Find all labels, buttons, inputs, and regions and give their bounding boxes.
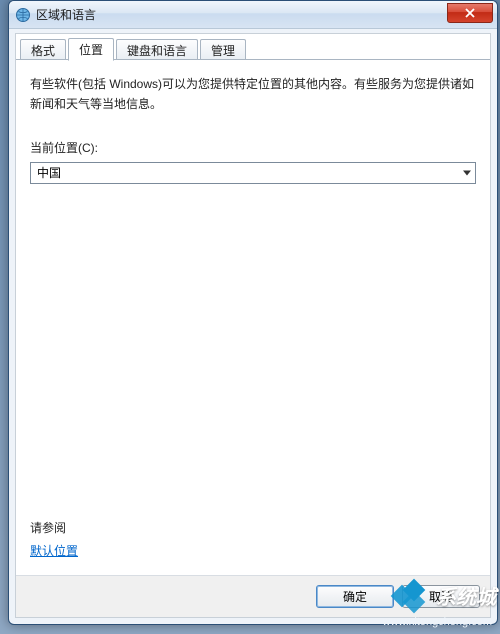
current-location-dropdown[interactable]: 中国 — [30, 162, 476, 184]
tab-label: 键盘和语言 — [127, 42, 187, 59]
button-label: 取消 — [429, 588, 453, 605]
description-text: 有些软件(包括 Windows)可以为您提供特定位置的其他内容。有些服务为您提供… — [30, 74, 476, 115]
tab-label: 管理 — [211, 42, 235, 59]
button-label: 确定 — [343, 588, 367, 605]
see-also-section: 请参阅 默认位置 — [30, 519, 78, 559]
tab-location[interactable]: 位置 — [68, 38, 114, 61]
chevron-down-icon — [463, 170, 471, 175]
button-row: 确定 取消 — [16, 575, 490, 617]
tab-administrative[interactable]: 管理 — [200, 39, 246, 61]
dialog-window: 区域和语言 格式 位置 键盘和语言 管理 有些软件(包括 Windows)可以为… — [8, 0, 498, 625]
close-icon — [465, 8, 475, 18]
cancel-button[interactable]: 取消 — [402, 585, 480, 608]
client-area: 格式 位置 键盘和语言 管理 有些软件(包括 Windows)可以为您提供特定位… — [15, 33, 491, 618]
tab-label: 格式 — [31, 42, 55, 59]
watermark-url: www.xitongcheng.com — [383, 616, 492, 628]
ok-button[interactable]: 确定 — [316, 585, 394, 608]
globe-icon — [15, 7, 31, 23]
titlebar: 区域和语言 — [9, 1, 497, 29]
tab-strip: 格式 位置 键盘和语言 管理 — [16, 34, 490, 60]
location-panel: 有些软件(包括 Windows)可以为您提供特定位置的其他内容。有些服务为您提供… — [16, 60, 490, 575]
see-also-label: 请参阅 — [30, 519, 78, 536]
window-title: 区域和语言 — [36, 6, 447, 23]
tab-label: 位置 — [79, 41, 103, 58]
dropdown-value: 中国 — [37, 164, 61, 181]
tab-keyboards-languages[interactable]: 键盘和语言 — [116, 39, 198, 61]
close-button[interactable] — [447, 3, 493, 23]
default-location-link[interactable]: 默认位置 — [30, 544, 78, 558]
current-location-label: 当前位置(C): — [30, 139, 476, 156]
tab-formats[interactable]: 格式 — [20, 39, 66, 61]
